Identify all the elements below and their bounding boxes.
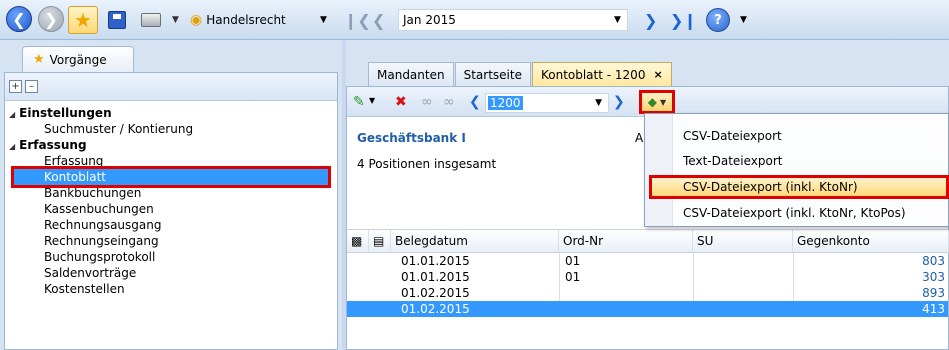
cell-belegdatum: 01.01.2015 <box>401 270 470 284</box>
period-selector[interactable]: Jan 2015 <box>398 9 628 31</box>
tab-kontoblatt[interactable]: Kontoblatt - 1200 × <box>531 62 672 86</box>
bank-extra-text: A <box>635 131 644 145</box>
cell-ordnr <box>561 285 565 301</box>
table-row[interactable]: 01.02.2015 893 <box>347 285 948 301</box>
delete-icon[interactable]: ✖ <box>395 94 407 110</box>
collapse-triangle-icon[interactable]: ◢ <box>9 110 15 119</box>
next-account-button[interactable]: ❯ <box>613 94 625 110</box>
tree-toolbar: + – <box>5 73 337 101</box>
cell-belegdatum: 01.01.2015 <box>401 254 470 268</box>
menu-item-csv-export-ktonr[interactable]: CSV-Dateiexport (inkl. KtoNr) <box>649 175 949 199</box>
export-dropdown-caret[interactable]: ▼ <box>660 98 666 107</box>
help-button[interactable]: ? <box>706 8 730 32</box>
next-period-button[interactable]: ❯ <box>644 6 657 34</box>
tree-group-erfassung[interactable]: ◢ Erfassung <box>5 137 337 153</box>
tab-mandanten[interactable]: Mandanten <box>368 62 454 86</box>
tree-item-kassenbuchungen[interactable]: Kassenbuchungen <box>5 201 337 217</box>
forward-button[interactable]: ❯ <box>38 6 64 32</box>
cell-ordnr: 01 <box>565 254 581 268</box>
grid-header: ▩ ▤ Belegdatum Ord-Nr SU Gegenkonto <box>347 229 949 253</box>
table-row-selected[interactable]: 01.02.2015 413 <box>347 301 948 317</box>
account-dropdown-arrow[interactable]: ▼ <box>595 98 602 108</box>
tree-item-bankbuchungen[interactable]: Bankbuchungen <box>5 185 337 201</box>
close-tab-icon[interactable]: × <box>653 68 662 81</box>
grid-doc-column-icon[interactable]: ▤ <box>369 230 391 253</box>
area-icon: ◉ <box>190 12 203 28</box>
tree-group-einstellungen[interactable]: ◢ Einstellungen <box>5 105 337 121</box>
account-selector[interactable]: 1200 ▼ <box>485 93 609 113</box>
position-count: 4 Positionen insgesamt <box>357 157 497 171</box>
menu-item-csv-export[interactable]: CSV-Dateiexport <box>645 124 948 148</box>
navigation-tree: ◢ Einstellungen Suchmuster / Kontierung ◢… <box>5 101 337 297</box>
cell-gegenkonto: 893 <box>922 286 945 300</box>
cell-belegdatum: 01.02.2015 <box>401 302 470 316</box>
cell-gegenkonto: 303 <box>922 270 945 284</box>
document-tabs: Mandanten Startseite Kontoblatt - 1200 × <box>348 62 673 86</box>
print-button[interactable] <box>136 6 166 34</box>
tree-group-label: Erfassung <box>19 138 87 152</box>
tab-startseite[interactable]: Startseite <box>454 62 531 86</box>
area-label: Handelsrecht <box>206 13 286 27</box>
tree-group-label: Einstellungen <box>19 106 112 120</box>
menu-item-csv-export-ktonr-ktopos[interactable]: CSV-Dateiexport (inkl. KtoNr, KtoPos) <box>645 201 948 225</box>
help-dropdown-caret[interactable]: ▼ <box>740 6 747 34</box>
expand-all-icon[interactable]: + <box>9 80 22 93</box>
link-icon[interactable]: ∞ <box>421 94 433 110</box>
last-period-button[interactable]: ❯❙ <box>670 6 697 34</box>
grid-image-column-icon[interactable]: ▩ <box>347 230 369 253</box>
print-dropdown-caret[interactable]: ▼ <box>172 6 179 34</box>
header-su[interactable]: SU <box>693 230 793 253</box>
favorites-star-button[interactable]: ★ <box>68 6 98 34</box>
period-dropdown-arrow[interactable]: ▼ <box>614 6 621 34</box>
previous-account-button[interactable]: ❮ <box>469 94 481 110</box>
header-gegenkonto[interactable]: Gegenkonto <box>793 230 949 253</box>
export-icon: ◆ <box>647 95 658 109</box>
cell-gegenkonto: 413 <box>922 302 945 316</box>
area-selector[interactable]: ◉ Handelsrecht <box>190 6 320 34</box>
save-button[interactable] <box>104 6 130 34</box>
table-row[interactable]: 01.01.2015 01 803 <box>347 253 948 269</box>
tab-vorgaenge[interactable]: ★ Vorgänge <box>22 46 134 72</box>
table-row[interactable]: 01.01.2015 01 303 <box>347 269 948 285</box>
cell-gegenkonto: 803 <box>922 254 945 268</box>
tab-kontoblatt-label: Kontoblatt - 1200 <box>540 67 646 82</box>
menu-item-text-export[interactable]: Text-Dateiexport <box>645 149 948 173</box>
header-belegdatum[interactable]: Belegdatum <box>391 230 559 253</box>
star-icon: ★ <box>33 52 45 67</box>
header-ordnr[interactable]: Ord-Nr <box>559 230 693 253</box>
cell-ordnr <box>561 301 565 317</box>
first-period-button[interactable]: ❙❮ <box>344 6 371 34</box>
cell-ordnr: 01 <box>565 270 581 284</box>
tree-item-kostenstellen[interactable]: Kostenstellen <box>5 281 337 297</box>
unlink-icon[interactable]: ∞ <box>443 94 455 110</box>
previous-period-button[interactable]: ❮ <box>372 6 385 34</box>
tree-item-saldenvortraege[interactable]: Saldenvorträge <box>5 265 337 281</box>
tree-item-rechnungseingang[interactable]: Rechnungseingang <box>5 233 337 249</box>
cell-belegdatum: 01.02.2015 <box>401 286 470 300</box>
edit-dropdown-caret[interactable]: ▼ <box>369 96 375 105</box>
export-button[interactable]: ◆ ▼ <box>639 90 675 114</box>
tree-item-rechnungsausgang[interactable]: Rechnungsausgang <box>5 217 337 233</box>
tree-item-erfassung[interactable]: Erfassung <box>5 153 337 169</box>
edit-pencil-icon[interactable]: ✎ <box>353 94 365 110</box>
printer-icon <box>141 13 161 27</box>
postings-grid: ▩ ▤ Belegdatum Ord-Nr SU Gegenkonto 01.0… <box>347 229 949 317</box>
bank-account-name[interactable]: Geschäftsbank I <box>357 131 466 145</box>
main-toolbar: ❮ ❯ ★ ▼ ◉ Handelsrecht ▼ ❙❮ ❮ Jan 2015 ▼… <box>0 0 949 40</box>
tree-item-suchmuster[interactable]: Suchmuster / Kontierung <box>5 121 337 137</box>
back-button[interactable]: ❮ <box>6 6 32 32</box>
disk-icon <box>108 11 126 29</box>
account-value: 1200 <box>488 96 523 110</box>
tree-item-buchungsprotokoll[interactable]: Buchungsprotokoll <box>5 249 337 265</box>
export-menu: CSV-Dateiexport Text-Dateiexport CSV-Dat… <box>644 113 949 227</box>
navigation-panel: + – ◢ Einstellungen Suchmuster / Kontieru… <box>4 72 338 350</box>
tab-vorgaenge-label: Vorgänge <box>49 52 107 67</box>
collapse-triangle-icon[interactable]: ◢ <box>9 142 15 151</box>
collapse-all-icon[interactable]: – <box>25 80 38 93</box>
area-dropdown-arrow[interactable]: ▼ <box>320 6 327 34</box>
tree-item-kontoblatt[interactable]: Kontoblatt <box>11 166 331 188</box>
